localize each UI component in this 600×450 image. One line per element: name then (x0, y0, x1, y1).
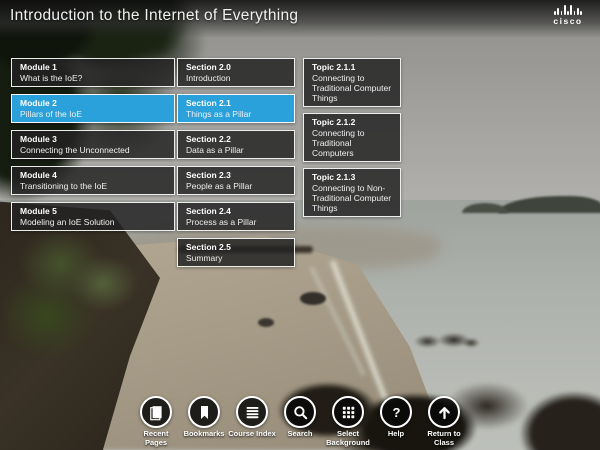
header-bar: Introduction to the Internet of Everythi… (0, 0, 600, 38)
section-subtitle: People as a Pillar (186, 181, 286, 191)
section-subtitle: Data as a Pillar (186, 145, 286, 155)
module-title: Module 1 (20, 62, 166, 73)
page-title: Introduction to the Internet of Everythi… (10, 7, 298, 25)
bookmarks-icon (188, 396, 220, 428)
photo-rocks-in-water (405, 326, 480, 354)
cisco-logo: cisco (546, 5, 590, 26)
module-item-2[interactable]: Module 2 Pillars of the IoE (11, 94, 175, 123)
course-index-icon (236, 396, 268, 428)
module-item-5[interactable]: Module 5 Modeling an IoE Solution (11, 202, 175, 231)
return-to-class-icon (428, 396, 460, 428)
module-subtitle: Modeling an IoE Solution (20, 217, 166, 227)
select-background-icon (332, 396, 364, 428)
photo-island-silhouette (462, 203, 508, 213)
module-title: Module 3 (20, 134, 166, 145)
module-item-1[interactable]: Module 1 What is the IoE? (11, 58, 175, 87)
topic-item-2-1-1[interactable]: Topic 2.1.1 Connecting to Traditional Co… (303, 58, 401, 107)
module-subtitle: Transitioning to the IoE (20, 181, 166, 191)
section-item-2-4[interactable]: Section 2.4 Process as a Pillar (177, 202, 295, 231)
module-item-3[interactable]: Module 3 Connecting the Unconnected (11, 130, 175, 159)
toolbar-label: Bookmarks (184, 430, 225, 439)
toolbar-label: Course Index (228, 430, 276, 439)
sections-column: Section 2.0 Introduction Section 2.1 Thi… (177, 58, 295, 274)
section-item-2-3[interactable]: Section 2.3 People as a Pillar (177, 166, 295, 195)
topic-item-2-1-3[interactable]: Topic 2.1.3 Connecting to Non-Traditiona… (303, 168, 401, 217)
module-subtitle: What is the IoE? (20, 73, 166, 83)
module-title: Module 2 (20, 98, 166, 109)
section-title: Section 2.2 (186, 134, 286, 145)
course-index-screen: Introduction to the Internet of Everythi… (0, 0, 600, 450)
section-item-2-2[interactable]: Section 2.2 Data as a Pillar (177, 130, 295, 159)
topic-title: Topic 2.1.3 (312, 172, 392, 183)
module-item-4[interactable]: Module 4 Transitioning to the IoE (11, 166, 175, 195)
photo-surf-foam (310, 267, 365, 376)
section-title: Section 2.3 (186, 170, 286, 181)
section-item-2-0[interactable]: Section 2.0 Introduction (177, 58, 295, 87)
svg-text:?: ? (392, 405, 400, 420)
toolbar-label: Search (287, 430, 312, 439)
module-subtitle: Connecting the Unconnected (20, 145, 166, 155)
toolbar-label: Select Background (324, 430, 372, 447)
topic-subtitle: Connecting to Non-Traditional Computer T… (312, 183, 392, 213)
module-subtitle: Pillars of the IoE (20, 109, 166, 119)
recent-pages-icon (140, 396, 172, 428)
section-title: Section 2.0 (186, 62, 286, 73)
search-button[interactable]: Search (276, 396, 324, 447)
search-icon (284, 396, 316, 428)
topic-item-2-1-2[interactable]: Topic 2.1.2 Connecting to Traditional Co… (303, 113, 401, 162)
recent-pages-button[interactable]: Recent Pages (132, 396, 180, 447)
bottom-toolbar: Recent Pages Bookmarks Course Index (132, 396, 468, 447)
topic-subtitle: Connecting to Traditional Computers (312, 128, 392, 158)
module-title: Module 5 (20, 206, 166, 217)
topics-column: Topic 2.1.1 Connecting to Traditional Co… (303, 58, 401, 223)
return-to-class-button[interactable]: Return to Class (420, 396, 468, 447)
cisco-wordmark: cisco (546, 16, 590, 26)
section-item-2-1[interactable]: Section 2.1 Things as a Pillar (177, 94, 295, 123)
photo-rocks (520, 388, 600, 450)
photo-moss (5, 225, 145, 355)
photo-rocks (258, 318, 274, 327)
section-title: Section 2.4 (186, 206, 286, 217)
help-button[interactable]: ? Help (372, 396, 420, 447)
photo-rocks (300, 292, 326, 305)
section-subtitle: Introduction (186, 73, 286, 83)
topic-title: Topic 2.1.1 (312, 62, 392, 73)
photo-island-silhouette (498, 196, 600, 213)
cisco-bridge-icon (546, 5, 590, 15)
toolbar-label: Help (388, 430, 404, 439)
topic-title: Topic 2.1.2 (312, 117, 392, 128)
toolbar-label: Return to Class (420, 430, 468, 447)
section-title: Section 2.5 (186, 242, 286, 253)
modules-column: Module 1 What is the IoE? Module 2 Pilla… (11, 58, 175, 238)
bookmarks-button[interactable]: Bookmarks (180, 396, 228, 447)
topic-subtitle: Connecting to Traditional Computer Thing… (312, 73, 392, 103)
section-item-2-5[interactable]: Section 2.5 Summary (177, 238, 295, 267)
course-index-button[interactable]: Course Index (228, 396, 276, 447)
module-title: Module 4 (20, 170, 166, 181)
section-title: Section 2.1 (186, 98, 286, 109)
help-icon: ? (380, 396, 412, 428)
select-background-button[interactable]: Select Background (324, 396, 372, 447)
toolbar-label: Recent Pages (132, 430, 180, 447)
section-subtitle: Process as a Pillar (186, 217, 286, 227)
section-subtitle: Things as a Pillar (186, 109, 286, 119)
section-subtitle: Summary (186, 253, 286, 263)
